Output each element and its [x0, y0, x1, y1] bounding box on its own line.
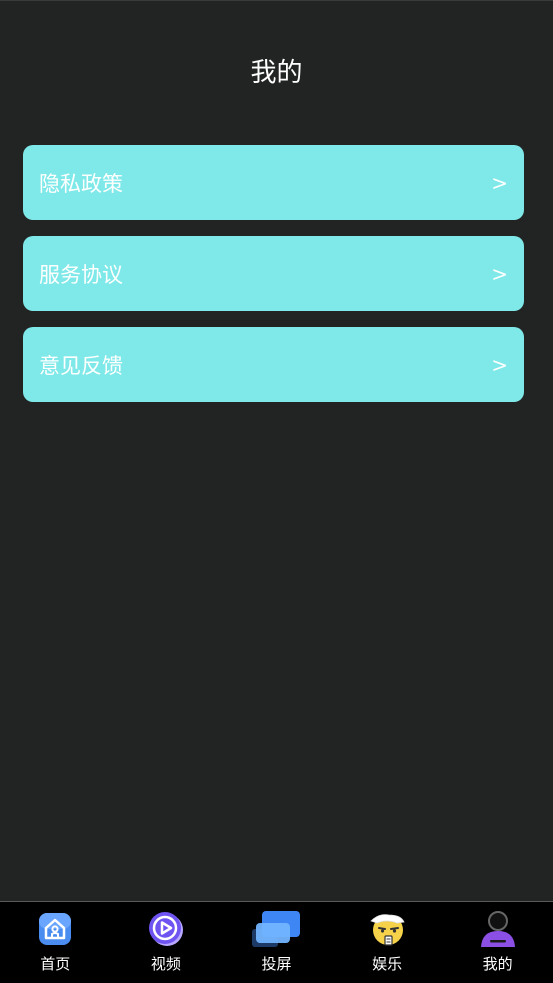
settings-menu: 隐私政策 > 服务协议 > 意见反馈 >: [23, 145, 524, 418]
chevron-right-icon: >: [491, 170, 508, 195]
user-profile-icon: [480, 911, 515, 947]
chevron-right-icon: >: [491, 261, 508, 286]
menu-item-feedback[interactable]: 意见反馈 >: [23, 327, 524, 402]
screen-cast-icon: [252, 911, 301, 947]
menu-item-label: 服务协议: [39, 262, 123, 287]
tab-label: 视频: [150, 955, 181, 973]
bottom-tab-bar: 首页 视频 投屏 娱乐 我的: [0, 901, 553, 983]
tab-label: 投屏: [261, 955, 292, 973]
tab-home[interactable]: 首页: [0, 902, 111, 983]
tab-label: 我的: [482, 955, 513, 973]
emoji-face-icon: [370, 914, 405, 946]
tab-label: 娱乐: [372, 955, 403, 973]
top-divider: [0, 0, 553, 1]
menu-item-privacy-policy[interactable]: 隐私政策 >: [23, 145, 524, 220]
chevron-right-icon: >: [491, 352, 508, 377]
tab-profile[interactable]: 我的: [442, 902, 553, 983]
menu-item-label: 隐私政策: [39, 171, 123, 196]
page-title: 我的: [250, 58, 303, 88]
play-video-icon: [148, 912, 183, 946]
tab-entertainment[interactable]: 娱乐: [332, 902, 443, 983]
home-icon: [39, 913, 72, 945]
tab-screen-cast[interactable]: 投屏: [221, 902, 332, 983]
tab-label: 首页: [40, 955, 71, 973]
menu-item-label: 意见反馈: [39, 353, 123, 378]
menu-item-service-agreement[interactable]: 服务协议 >: [23, 236, 524, 311]
tab-video[interactable]: 视频: [111, 902, 222, 983]
